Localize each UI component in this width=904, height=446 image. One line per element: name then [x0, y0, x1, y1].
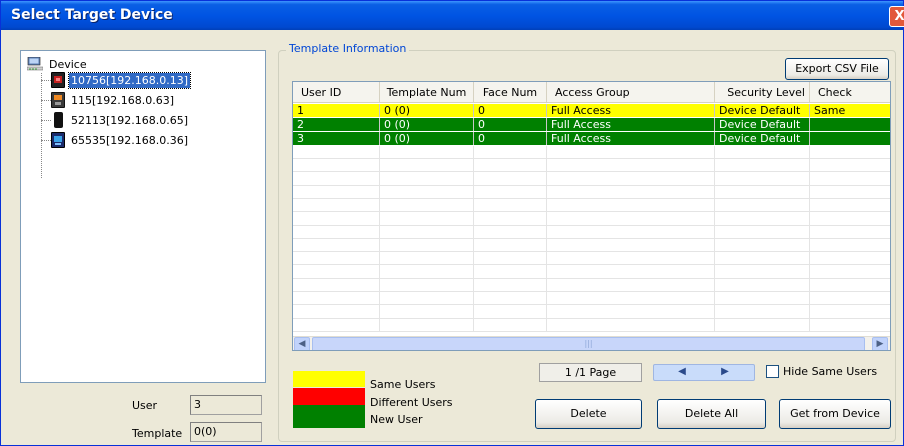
grid-line	[379, 146, 380, 332]
legend-label-different: Different Users	[370, 396, 453, 409]
cell-face-num: 0	[474, 118, 547, 131]
empty-row	[293, 306, 890, 319]
tree-connector	[41, 120, 51, 121]
grid-line	[714, 146, 715, 332]
legend-swatch-same	[293, 371, 365, 387]
prev-page-icon[interactable]: ◀	[672, 366, 692, 377]
empty-row	[293, 199, 890, 213]
cell-access-group: Full Access	[547, 104, 715, 117]
scroll-left-icon[interactable]: ◀	[294, 337, 310, 350]
user-count-label: User	[132, 399, 158, 412]
tree-root-device[interactable]: Device	[26, 56, 89, 72]
get-from-device-button[interactable]: Get from Device	[779, 399, 891, 429]
pager-control[interactable]: ◀ ▶	[653, 364, 755, 381]
table-row[interactable]: 1 0 (0) 0 Full Access Device Default Sam…	[293, 104, 890, 117]
hide-same-users-label[interactable]: Hide Same Users	[783, 365, 877, 378]
device-orange-icon	[51, 92, 65, 108]
cell-check	[810, 132, 890, 145]
legend-label-same: Same Users	[370, 378, 436, 391]
device-tree[interactable]: Device 10756[192.168.0.13] 115[192.168.0…	[20, 50, 266, 383]
title-bar[interactable]: Select Target Device X	[1, 1, 904, 30]
cell-check	[810, 118, 890, 131]
cell-security-level: Device Default	[715, 104, 810, 117]
template-table[interactable]: User ID Template Num Face Num Access Gro…	[292, 81, 891, 351]
legend-swatch-new	[293, 405, 365, 428]
empty-row	[293, 213, 890, 226]
tree-connector	[41, 80, 51, 81]
scroll-thumb[interactable]: |||	[312, 337, 865, 350]
tree-node-label: 115[192.168.0.63]	[71, 93, 175, 107]
cell-face-num: 0	[474, 104, 547, 117]
window-title: Select Target Device	[11, 7, 173, 23]
scroll-right-icon[interactable]: ▶	[872, 337, 888, 350]
tree-node-label: 10756[192.168.0.13]	[67, 71, 192, 89]
cell-access-group: Full Access	[547, 132, 715, 145]
tree-node-device-4[interactable]: 65535[192.168.0.36]	[51, 131, 190, 149]
cell-user-id: 3	[293, 132, 380, 145]
delete-all-button[interactable]: Delete All	[657, 399, 766, 429]
empty-row	[293, 186, 890, 199]
next-page-icon[interactable]: ▶	[715, 366, 735, 377]
grid-line	[473, 146, 474, 332]
empty-row	[293, 226, 890, 239]
device-blue-icon	[51, 132, 65, 148]
table-row[interactable]: 3 0 (0) 0 Full Access Device Default	[293, 132, 890, 145]
select-target-device-window: Select Target Device X Device 10756[192.…	[0, 0, 904, 446]
template-count-field: 0(0)	[190, 422, 262, 442]
tree-node-device-3[interactable]: 52113[192.168.0.65]	[51, 111, 190, 129]
empty-row	[293, 252, 890, 266]
cell-user-id: 1	[293, 104, 380, 117]
close-button[interactable]: X	[889, 6, 904, 27]
hide-same-users-checkbox[interactable]	[766, 365, 779, 378]
column-header-face-num[interactable]: Face Num	[474, 82, 547, 103]
tree-node-label: 65535[192.168.0.36]	[71, 133, 189, 147]
legend-label-new: New User	[370, 413, 423, 426]
table-header: User ID Template Num Face Num Access Gro…	[293, 82, 890, 103]
horizontal-scrollbar[interactable]: ◀ ||| ▶	[293, 336, 890, 350]
template-information-title: Template Information	[286, 42, 410, 55]
empty-row	[293, 319, 890, 332]
cell-access-group: Full Access	[547, 118, 715, 131]
tree-node-device-2[interactable]: 115[192.168.0.63]	[51, 91, 176, 109]
empty-row	[293, 239, 890, 253]
tree-connector	[41, 73, 42, 178]
device-black-icon	[54, 112, 63, 128]
template-count-label: Template	[132, 427, 183, 440]
export-csv-button[interactable]: Export CSV File	[785, 58, 889, 80]
tree-node-device-1[interactable]: 10756[192.168.0.13]	[51, 71, 192, 89]
cell-template-num: 0 (0)	[380, 104, 474, 117]
tree-connector	[41, 100, 51, 101]
column-header-check[interactable]: Check	[810, 82, 890, 103]
empty-row	[293, 292, 890, 306]
delete-button[interactable]: Delete	[535, 399, 642, 429]
device-red-icon	[51, 72, 65, 88]
empty-row	[293, 146, 890, 159]
user-count-field: 3	[190, 395, 262, 415]
column-header-security-level[interactable]: Security Level	[715, 82, 810, 103]
table-row[interactable]: 2 0 (0) 0 Full Access Device Default	[293, 118, 890, 131]
cell-user-id: 2	[293, 118, 380, 131]
cell-security-level: Device Default	[715, 132, 810, 145]
empty-row	[293, 173, 890, 186]
column-header-template-num[interactable]: Template Num	[380, 82, 474, 103]
cell-template-num: 0 (0)	[380, 118, 474, 131]
cell-check: Same	[810, 104, 890, 117]
grid-line	[809, 146, 810, 332]
tree-node-label: 52113[192.168.0.65]	[71, 113, 189, 127]
cell-face-num: 0	[474, 132, 547, 145]
cell-security-level: Device Default	[715, 118, 810, 131]
cell-template-num: 0 (0)	[380, 132, 474, 145]
tree-connector	[41, 140, 51, 141]
page-indicator: 1 /1 Page	[539, 363, 642, 382]
computer-icon	[26, 56, 44, 71]
empty-row	[293, 266, 890, 279]
empty-row	[293, 279, 890, 292]
legend-swatch-different	[293, 388, 365, 405]
grid-line	[546, 146, 547, 332]
tree-root-label: Device	[49, 57, 87, 71]
empty-row	[293, 159, 890, 173]
column-header-access-group[interactable]: Access Group	[547, 82, 715, 103]
column-header-user-id[interactable]: User ID	[293, 82, 380, 103]
